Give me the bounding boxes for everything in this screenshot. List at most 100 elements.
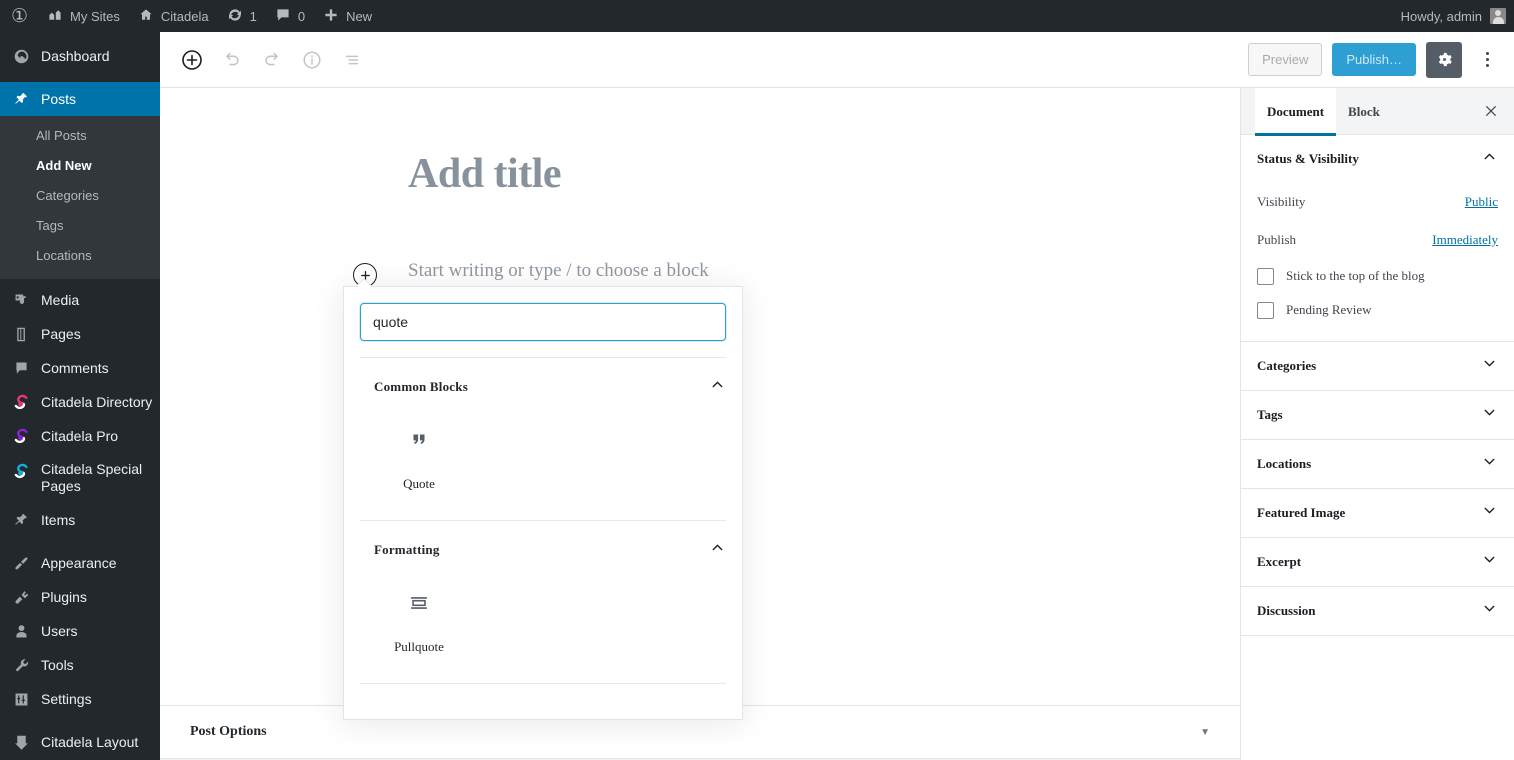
paragraph-placeholder[interactable]: Start writing or type / to choose a bloc… xyxy=(408,260,709,282)
redo-icon[interactable] xyxy=(254,42,290,78)
checkbox-box[interactable] xyxy=(1257,301,1274,319)
row-label: Publish xyxy=(1257,232,1297,247)
panel-header-locations[interactable]: Locations xyxy=(1241,440,1514,488)
pin-icon xyxy=(11,510,31,530)
sidebar-item-pages[interactable]: Pages xyxy=(0,317,160,351)
pullquote-icon xyxy=(408,591,430,615)
sidebar-item-citadela-pro[interactable]: Citadela Pro xyxy=(0,419,160,453)
post-title-placeholder[interactable]: Add title xyxy=(408,150,1240,198)
panel-tags: Tags xyxy=(1241,391,1514,440)
checkbox-sticky[interactable]: Stick to the top of the blog xyxy=(1257,259,1498,293)
updates-menu[interactable]: 1 xyxy=(218,0,266,32)
list-view-icon[interactable] xyxy=(334,42,370,78)
admin-bar: ① My Sites Citadela 1 0 New Howdy, admin xyxy=(0,0,1514,32)
wordpress-logo-button[interactable]: ① xyxy=(0,0,38,32)
sidebar-item-posts[interactable]: Posts xyxy=(0,82,160,116)
account-area[interactable]: Howdy, admin xyxy=(1401,8,1514,24)
new-label: New xyxy=(346,8,373,24)
sidebar-item-plugins[interactable]: Plugins xyxy=(0,580,160,614)
submenu-item-categories[interactable]: Categories xyxy=(0,181,160,211)
visibility-value-button[interactable]: Public xyxy=(1465,194,1498,210)
inserter-block-pullquote[interactable]: Pullquote xyxy=(374,581,464,655)
sidebar-item-label: Pages xyxy=(41,326,81,342)
inserter-category-header-common-blocks[interactable]: Common Blocks xyxy=(344,358,742,412)
sidebar-item-settings[interactable]: Settings xyxy=(0,682,160,716)
info-icon[interactable] xyxy=(294,42,330,78)
sidebar-item-label: Tools xyxy=(41,657,74,673)
checkbox-box[interactable] xyxy=(1257,267,1274,285)
publish-date-button[interactable]: Immediately xyxy=(1432,232,1498,248)
chevron-down-icon xyxy=(1481,551,1498,573)
sidebar-item-citadela-layout[interactable]: Citadela Layout xyxy=(0,725,160,759)
popover-arrow xyxy=(356,278,372,287)
panel-header-tags[interactable]: Tags xyxy=(1241,391,1514,439)
site-name-menu[interactable]: Citadela xyxy=(129,0,218,32)
users-icon xyxy=(11,621,31,641)
preview-button[interactable]: Preview xyxy=(1248,43,1323,76)
more-vertical-dots-icon[interactable] xyxy=(1472,42,1502,78)
panel-title: Locations xyxy=(1257,456,1312,471)
sidebar-item-label: Citadela Pro xyxy=(41,428,119,444)
updates-icon xyxy=(227,7,243,26)
checkbox-label: Pending Review xyxy=(1286,302,1372,317)
panel-header-status-visibility[interactable]: Status & Visibility xyxy=(1241,135,1514,183)
tab-document[interactable]: Document xyxy=(1255,87,1337,136)
submenu-item-locations[interactable]: Locations xyxy=(0,241,160,271)
triangle-down-icon[interactable]: ▼ xyxy=(1200,727,1210,738)
pin-icon xyxy=(11,89,31,109)
citadela-logo-icon xyxy=(11,461,31,481)
my-sites-label: My Sites xyxy=(70,8,120,24)
home-icon xyxy=(138,7,154,26)
panel-header-discussion[interactable]: Discussion xyxy=(1241,587,1514,635)
block-label: Quote xyxy=(403,476,435,491)
sidebar-item-appearance[interactable]: Appearance xyxy=(0,546,160,580)
new-content-menu[interactable]: New xyxy=(314,0,381,32)
publish-button[interactable]: Publish… xyxy=(1332,43,1416,76)
panel-header-featured-image[interactable]: Featured Image xyxy=(1241,489,1514,537)
add-block-icon[interactable] xyxy=(174,42,210,78)
site-name-label: Citadela xyxy=(160,8,209,24)
citadela-logo-icon xyxy=(11,392,31,412)
settings-sliders-icon xyxy=(11,689,31,709)
row-visibility: Visibility Public xyxy=(1257,183,1498,221)
sidebar-item-label: Citadela Special Pages xyxy=(41,461,143,494)
undo-icon[interactable] xyxy=(214,42,250,78)
panel-locations: Locations xyxy=(1241,440,1514,489)
sidebar-item-label: Settings xyxy=(41,691,92,707)
appearance-brush-icon xyxy=(11,553,31,573)
sidebar-item-tools[interactable]: Tools xyxy=(0,648,160,682)
inserter-block-quote[interactable]: Quote xyxy=(374,418,464,492)
chevron-down-icon xyxy=(1481,600,1498,622)
search-input[interactable] xyxy=(360,303,726,341)
tab-block[interactable]: Block xyxy=(1336,88,1392,135)
submenu-item-tags[interactable]: Tags xyxy=(0,211,160,241)
quote-marks-icon xyxy=(408,428,430,452)
submenu-item-all-posts[interactable]: All Posts xyxy=(0,121,160,151)
panel-header-categories[interactable]: Categories xyxy=(1241,342,1514,390)
tools-wrench-icon xyxy=(11,655,31,675)
sidebar-item-label: Media xyxy=(41,292,80,308)
sidebar-item-citadela-special-pages[interactable]: Citadela Special Pages xyxy=(0,453,160,503)
dashboard-icon xyxy=(11,46,31,66)
my-sites-menu[interactable]: My Sites xyxy=(38,0,129,32)
sidebar-item-comments[interactable]: Comments xyxy=(0,351,160,385)
panel-header-excerpt[interactable]: Excerpt xyxy=(1241,538,1514,586)
sidebar-item-media[interactable]: Media xyxy=(0,283,160,317)
sidebar-item-users[interactable]: Users xyxy=(0,614,160,648)
sidebar-item-citadela-directory[interactable]: Citadela Directory xyxy=(0,385,160,419)
close-x-icon[interactable] xyxy=(1468,88,1514,135)
sidebar-item-dashboard[interactable]: Dashboard xyxy=(0,39,160,73)
checkbox-label: Stick to the top of the blog xyxy=(1286,268,1425,283)
panel-title: Tags xyxy=(1257,407,1283,422)
sidebar-item-label: Plugins xyxy=(41,589,87,605)
panel-discussion: Discussion xyxy=(1241,587,1514,636)
inserter-category-header-formatting[interactable]: Formatting xyxy=(344,521,742,575)
comments-menu[interactable]: 0 xyxy=(266,0,314,32)
sidebar-item-items[interactable]: Items xyxy=(0,503,160,537)
submenu-item-add-new[interactable]: Add New xyxy=(0,151,160,181)
panel-categories: Categories xyxy=(1241,342,1514,391)
checkbox-pending-review[interactable]: Pending Review xyxy=(1257,293,1498,327)
gear-icon[interactable] xyxy=(1426,41,1462,78)
sidebar-item-label: Users xyxy=(41,623,78,639)
sidebar-item-label: Dashboard xyxy=(41,48,110,64)
